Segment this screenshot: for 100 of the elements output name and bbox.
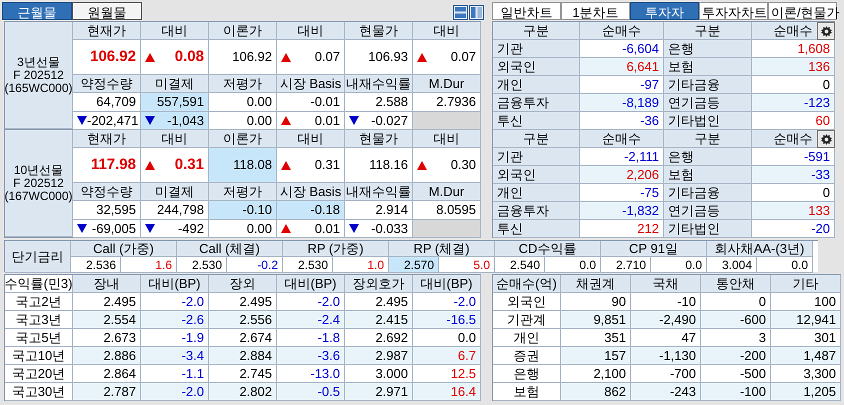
table-cell: 117.98 bbox=[73, 148, 141, 183]
table-cell: -2,111 bbox=[580, 148, 664, 166]
cell-value: 0.07 bbox=[450, 48, 476, 66]
table-cell: 2.787 bbox=[73, 383, 141, 401]
tab[interactable]: 투자자 bbox=[630, 2, 699, 20]
table-cell: -36 bbox=[580, 112, 664, 130]
cell-value: 0.31 bbox=[174, 154, 204, 175]
table-cell: 2.530 bbox=[177, 257, 227, 273]
table-cell: 1.6 bbox=[121, 257, 177, 273]
column-header: 저평가 bbox=[209, 183, 277, 201]
tab[interactable]: 이론/현물가 bbox=[768, 2, 837, 20]
column-header: 대비 bbox=[413, 22, 481, 40]
row-label: 국고20년 bbox=[5, 365, 73, 383]
cell-value: -492 bbox=[178, 220, 204, 238]
table-cell: 1,205 bbox=[771, 383, 841, 401]
row-label: 기관 bbox=[493, 40, 580, 58]
column-header: 현재가 bbox=[73, 22, 141, 40]
table-cell: -2.0 bbox=[141, 383, 209, 401]
row-label: 증권 bbox=[493, 347, 561, 365]
table-cell: 5.0 bbox=[439, 257, 495, 273]
tab[interactable]: 일반차트 bbox=[492, 2, 561, 20]
table-cell: 2.971 bbox=[345, 383, 413, 401]
row-label: 보험 bbox=[664, 166, 752, 184]
column-header: 대비 bbox=[141, 22, 209, 40]
column-header: 구분 bbox=[493, 22, 580, 40]
table-cell: 16.4 bbox=[413, 383, 481, 401]
column-header: 대비 bbox=[141, 130, 209, 148]
table-cell: 862 bbox=[561, 383, 631, 401]
column-header: CD수익률 bbox=[495, 241, 601, 257]
table-cell: -75 bbox=[580, 184, 664, 202]
tab[interactable]: 근월물 bbox=[2, 2, 72, 20]
table-cell: 2.530 bbox=[283, 257, 333, 273]
vertical-layout-icon[interactable] bbox=[469, 5, 484, 20]
cell-value: 0.30 bbox=[450, 156, 476, 174]
row-label: 은행 bbox=[664, 148, 752, 166]
table-cell: 0.0 bbox=[545, 257, 601, 273]
table-cell: -33 bbox=[752, 166, 835, 184]
tab[interactable]: 원월물 bbox=[72, 2, 142, 20]
settings-button[interactable] bbox=[817, 130, 835, 148]
cell-value: 0.01 bbox=[314, 220, 340, 238]
column-header: 대비(BP) bbox=[141, 275, 209, 293]
settings-button[interactable] bbox=[817, 22, 835, 40]
table-cell: 2.536 bbox=[71, 257, 121, 273]
row-label: 투신 bbox=[493, 220, 580, 238]
table-cell: 2.710 bbox=[601, 257, 651, 273]
column-header: 대비(BP) bbox=[277, 275, 345, 293]
column-header: 순매수 bbox=[580, 130, 664, 148]
column-header: 약정수량 bbox=[73, 75, 141, 93]
column-header: 저평가 bbox=[209, 75, 277, 93]
column-header: 대비 bbox=[277, 130, 345, 148]
column-header: 회사채AA-(3년) bbox=[707, 241, 813, 257]
column-header: 이론가 bbox=[209, 22, 277, 40]
table-cell: 1,608 bbox=[752, 40, 835, 58]
table-cell: -123 bbox=[752, 94, 835, 112]
cell-value: -202,471 bbox=[87, 112, 138, 130]
horizontal-layout-icon[interactable] bbox=[453, 5, 468, 20]
column-header: 통안채 bbox=[701, 275, 771, 293]
column-header: 대비(BP) bbox=[413, 275, 481, 293]
settings-icon bbox=[820, 134, 832, 144]
column-header: 시장 Basis bbox=[277, 75, 345, 93]
table-cell: 2.7936 bbox=[413, 93, 481, 112]
tab[interactable]: 1분차트 bbox=[561, 2, 630, 20]
table-cell: 106.92 bbox=[209, 40, 277, 75]
column-header: 내재수익률 bbox=[345, 75, 413, 93]
table-cell: 136 bbox=[752, 58, 835, 76]
table-cell: 106.92 bbox=[73, 40, 141, 75]
column-header: 현물가 bbox=[345, 130, 413, 148]
tab[interactable]: 투자자차트 bbox=[699, 2, 768, 20]
row-label: 기타금융 bbox=[664, 76, 752, 94]
cell-value: -0.033 bbox=[371, 220, 408, 238]
table-cell: 557,591 bbox=[141, 93, 209, 112]
column-header: 국채 bbox=[631, 275, 701, 293]
row-label: 연기금등 bbox=[664, 94, 752, 112]
table-cell: 212 bbox=[580, 220, 664, 238]
column-header: 장외 bbox=[209, 275, 277, 293]
table-cell: 60 bbox=[752, 112, 835, 130]
column-header: 현물가 bbox=[345, 22, 413, 40]
row-label: 보험 bbox=[493, 383, 561, 401]
table-cell: 0.00 bbox=[209, 93, 277, 112]
column-header: 대비 bbox=[413, 130, 481, 148]
column-header: 장내 bbox=[73, 275, 141, 293]
table-cell: -20 bbox=[752, 220, 835, 238]
table-cell: 0.0 bbox=[651, 257, 707, 273]
column-header: 구분 bbox=[493, 130, 580, 148]
table-cell: 244,798 bbox=[141, 201, 209, 220]
row-label: 투신 bbox=[493, 112, 580, 130]
column-header: Call (가중) bbox=[71, 241, 177, 257]
column-header: 시장 Basis bbox=[277, 183, 345, 201]
table-cell: -6,604 bbox=[580, 40, 664, 58]
cell-value: 0.07 bbox=[314, 48, 340, 66]
row-label: 국고10년 bbox=[5, 347, 73, 365]
column-header: 대비 bbox=[277, 22, 345, 40]
table-cell: 0.00 bbox=[209, 220, 277, 238]
table-cell: -243 bbox=[631, 383, 701, 401]
table-cell: 118.08 bbox=[209, 148, 277, 183]
row-label: 외국인 bbox=[493, 293, 561, 311]
table-cell: 2.802 bbox=[209, 383, 277, 401]
table-cell: 133 bbox=[752, 202, 835, 220]
row-label: 단기금리 bbox=[5, 241, 71, 273]
row-label: 은행 bbox=[493, 365, 561, 383]
